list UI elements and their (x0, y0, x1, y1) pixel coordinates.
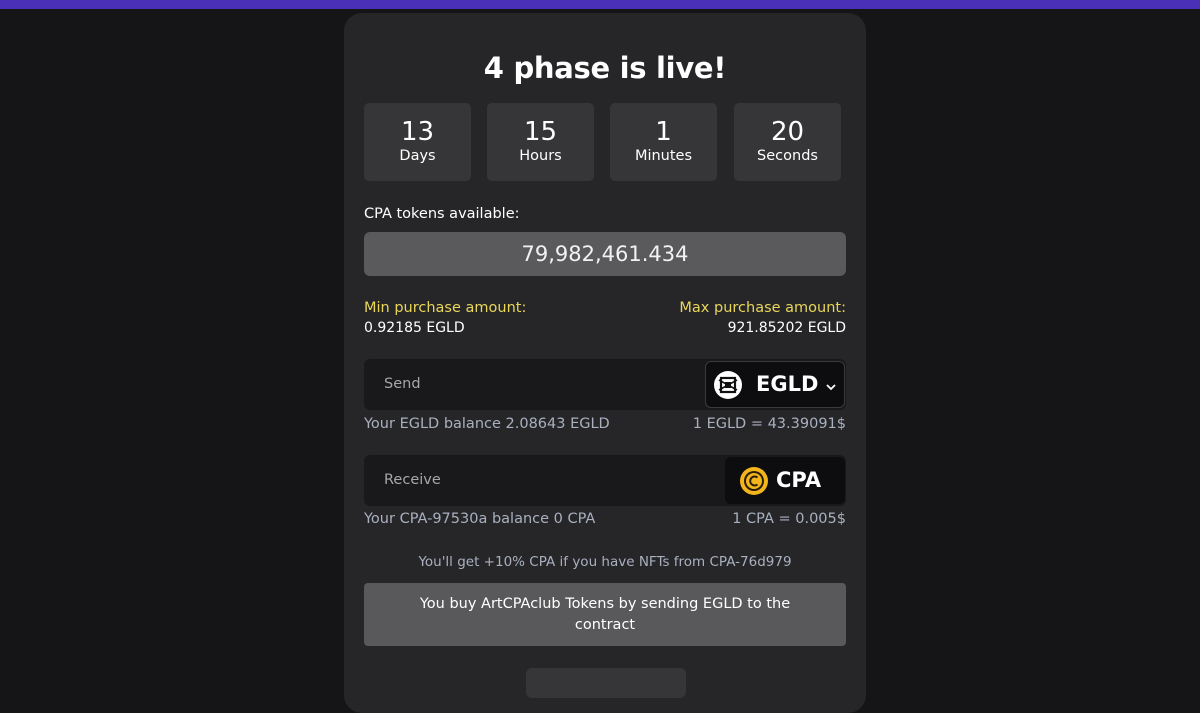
top-accent-bar (0, 0, 1200, 9)
countdown-hours: 15 Hours (487, 103, 594, 181)
min-purchase-value: 0.92185 EGLD (364, 320, 465, 336)
nft-bonus-note: You'll get +10% CPA if you have NFTs fro… (418, 554, 792, 570)
buy-info-text: You buy ArtCPAclub Tokens by sending EGL… (419, 595, 791, 633)
buy-info-box: You buy ArtCPAclub Tokens by sending EGL… (364, 583, 846, 646)
countdown-hours-value: 15 (523, 117, 558, 147)
tokens-available-value: 79,982,461.434 (364, 232, 846, 276)
countdown-days-value: 13 (400, 117, 435, 147)
action-button[interactable] (526, 668, 686, 698)
sale-card: 4 phase is live! 13 Days 15 Hours 1 Minu… (344, 13, 866, 713)
send-placeholder: Send (384, 376, 421, 392)
countdown-minutes-label: Minutes (634, 148, 693, 164)
receive-placeholder: Receive (384, 472, 441, 488)
chevron-down-icon (826, 377, 836, 396)
countdown-seconds-value: 20 (770, 117, 805, 147)
send-balance: Your EGLD balance 2.08643 EGLD (364, 416, 610, 432)
send-input[interactable]: Send EGLD (364, 359, 846, 410)
countdown-seconds-label: Seconds (757, 148, 818, 164)
tokens-available-label: CPA tokens available: (364, 206, 520, 222)
max-purchase-label: Max purchase amount: (679, 300, 846, 316)
send-token-select[interactable]: EGLD (705, 361, 845, 408)
receive-rate: 1 CPA = 0.005$ (732, 511, 846, 527)
cpa-logo-icon (740, 467, 768, 495)
receive-token-badge: CPA (725, 457, 845, 504)
min-purchase-label: Min purchase amount: (364, 300, 527, 316)
send-token-name: EGLD (756, 372, 819, 396)
countdown-hours-label: Hours (519, 148, 562, 164)
max-purchase-value: 921.85202 EGLD (727, 320, 846, 336)
countdown-days: 13 Days (364, 103, 471, 181)
countdown-days-label: Days (399, 148, 436, 164)
egld-logo-icon (714, 371, 742, 399)
countdown-seconds: 20 Seconds (734, 103, 841, 181)
receive-input[interactable]: Receive CPA (364, 455, 846, 506)
countdown-minutes: 1 Minutes (610, 103, 717, 181)
receive-balance: Your CPA-97530a balance 0 CPA (364, 511, 596, 527)
countdown-minutes-value: 1 (655, 117, 672, 147)
send-rate: 1 EGLD = 43.39091$ (692, 416, 846, 432)
receive-token-name: CPA (776, 468, 822, 492)
page-title: 4 phase is live! (483, 51, 727, 85)
